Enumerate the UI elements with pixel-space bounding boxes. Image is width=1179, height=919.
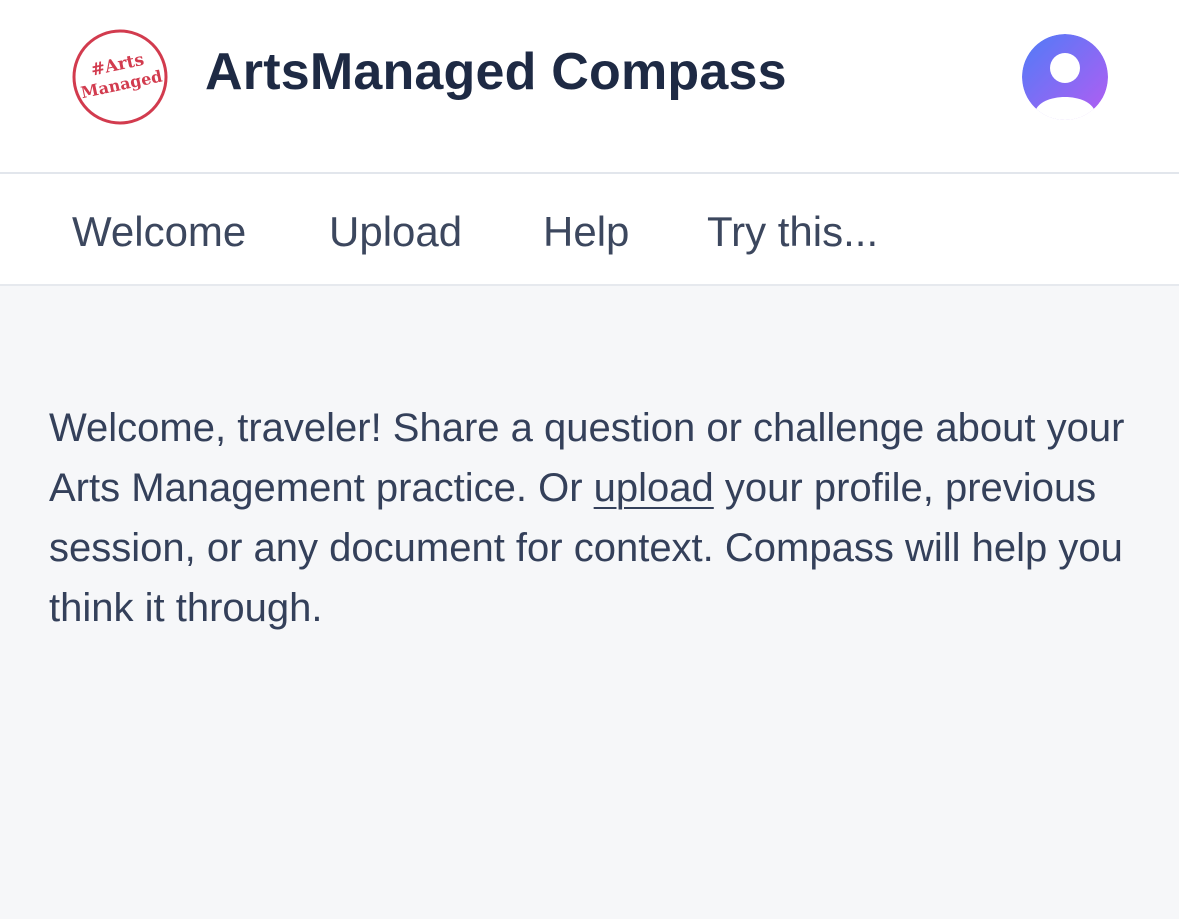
tab-upload[interactable]: Upload — [329, 208, 462, 256]
app-header: #Arts Managed ArtsManaged Compass — [0, 0, 1179, 174]
user-avatar-icon — [1022, 34, 1108, 120]
tab-welcome[interactable]: Welcome — [72, 208, 246, 256]
main-content: Welcome, traveler! Share a question or c… — [0, 286, 1179, 919]
user-avatar-button[interactable] — [1022, 34, 1108, 120]
app-title: ArtsManaged Compass — [205, 43, 787, 101]
upload-link[interactable]: upload — [594, 466, 714, 510]
tab-help[interactable]: Help — [543, 208, 629, 256]
tab-try-this[interactable]: Try this... — [707, 208, 878, 256]
tab-bar: Welcome Upload Help Try this... — [0, 174, 1179, 286]
artsmanaged-logo[interactable]: #Arts Managed — [70, 28, 170, 126]
logo-seal-icon: #Arts Managed — [72, 29, 168, 125]
welcome-message: Welcome, traveler! Share a question or c… — [49, 398, 1159, 638]
